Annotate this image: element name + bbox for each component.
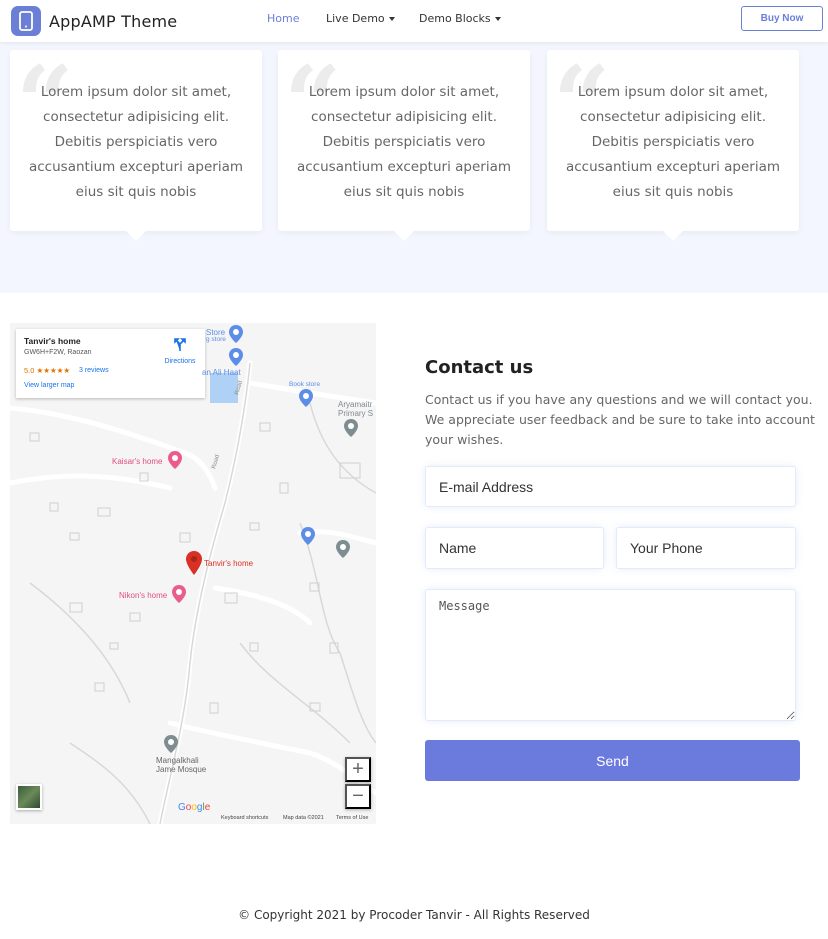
message-field[interactable] [425, 589, 796, 721]
keyboard-shortcuts-link[interactable]: Keyboard shortcuts [221, 815, 268, 821]
phone-field[interactable] [616, 527, 796, 569]
map-pin-icon [172, 585, 186, 603]
location-marker-icon [186, 551, 202, 575]
map-label: Book store [289, 381, 321, 388]
map-pin-icon [344, 419, 358, 437]
terms-link[interactable]: Terms of Use [336, 815, 368, 821]
zoom-in-button[interactable]: + [345, 757, 371, 782]
map-label: g store [206, 336, 226, 343]
nav-demo-blocks-dropdown[interactable]: Demo Blocks [419, 12, 501, 25]
testimonial-text: Lorem ipsum dolor sit amet, consectetur … [565, 84, 780, 200]
map-pin-icon [229, 348, 243, 366]
nav-home-link[interactable]: Home [267, 12, 299, 25]
google-logo: Google [178, 802, 211, 813]
testimonial-text: Lorem ipsum dolor sit amet, consectetur … [28, 84, 243, 200]
name-field[interactable] [425, 527, 604, 569]
map-label: Kaisar's home [112, 457, 163, 466]
testimonials-section: “ Lorem ipsum dolor sit amet, consectetu… [0, 42, 828, 293]
email-field[interactable] [425, 466, 796, 507]
map-label: Nikon's home [119, 591, 168, 600]
nav-demo-blocks-label: Demo Blocks [419, 12, 491, 25]
map-pin-icon [336, 540, 350, 558]
contact-description: Contact us if you have any questions and… [425, 392, 815, 447]
map-infobox: Tanvir's home GW6H+F2W, Raozan 5.0 ★★★★★… [16, 329, 205, 398]
map-label: an Ali Haat [202, 368, 241, 377]
google-map[interactable]: Tanvir's home GW6H+F2W, Raozan 5.0 ★★★★★… [10, 323, 376, 824]
map-label: Tanvir's home [204, 559, 254, 568]
map-pin-icon [299, 389, 313, 407]
brand-logo[interactable]: AppAMP Theme [11, 6, 177, 36]
place-title: Tanvir's home [24, 336, 81, 346]
map-label: Mangalkhali [156, 756, 199, 765]
caret-down-icon [494, 17, 501, 21]
map-label: Aryamaitr [338, 400, 373, 409]
reviews-link[interactable]: 3 reviews [79, 367, 109, 374]
testimonial-text: Lorem ipsum dolor sit amet, consectetur … [296, 84, 511, 200]
testimonial-card: “ Lorem ipsum dolor sit amet, consectetu… [278, 50, 530, 241]
zoom-out-button[interactable]: − [345, 784, 371, 809]
map-pin-icon [168, 451, 182, 469]
view-larger-map-link[interactable]: View larger map [24, 382, 74, 389]
caret-down-icon [388, 17, 395, 21]
map-label: Jame Mosque [156, 765, 207, 774]
nav-live-demo-dropdown[interactable]: Live Demo [326, 12, 395, 25]
buy-now-button[interactable]: Buy Now [741, 6, 823, 31]
directions-label: Directions [164, 358, 196, 365]
send-button[interactable]: Send [425, 740, 800, 781]
map-pin-icon [229, 325, 243, 343]
map-data-label: Map data ©2021 [283, 815, 324, 821]
map-pin-icon [301, 527, 315, 545]
satellite-toggle[interactable] [16, 784, 42, 810]
nav-live-demo-label: Live Demo [326, 12, 385, 25]
phone-icon [11, 6, 41, 36]
place-rating: 5.0 ★★★★★ [24, 366, 71, 375]
brand-name: AppAMP Theme [49, 11, 178, 31]
top-navbar: AppAMP Theme Home Live Demo Demo Blocks … [0, 0, 828, 42]
testimonial-card: “ Lorem ipsum dolor sit amet, consectetu… [10, 50, 262, 241]
map-label: Primary S [338, 409, 374, 418]
directions-button[interactable]: Directions [162, 337, 198, 365]
testimonial-card: “ Lorem ipsum dolor sit amet, consectetu… [547, 50, 799, 241]
contact-title: Contact us [425, 357, 534, 378]
footer-copyright: © Copyright 2021 by Procoder Tanvir - Al… [238, 908, 590, 922]
place-address: GW6H+F2W, Raozan [24, 349, 92, 356]
map-pin-icon [164, 735, 178, 753]
directions-icon [174, 338, 186, 351]
